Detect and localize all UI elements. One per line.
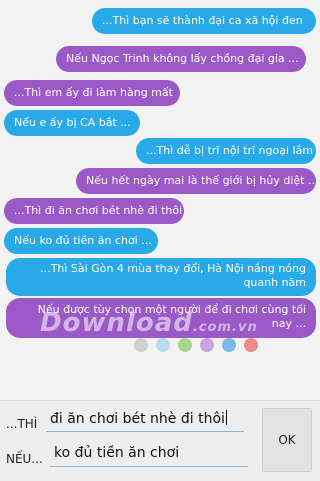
- message-bubble: ...Thì Sài Gòn 4 mùa thay đổi, Hà Nội nắ…: [6, 258, 316, 296]
- message-bubble: Nếu Ngọc Trinh không lấy chồng đại gia .…: [56, 46, 306, 72]
- message-bubble: ...Thì bạn sẽ thành đại ca xã hội đen: [92, 8, 316, 34]
- message-bubble: ...Thì em ấy đi làm hàng mất: [4, 80, 180, 106]
- message-bubble: ...Thì dễ bị trĩ nội trĩ ngoại lắm: [136, 138, 316, 164]
- chat-area: ...Thì bạn sẽ thành đại ca xã hội đen Nế…: [0, 0, 320, 400]
- text-cursor: [225, 410, 227, 425]
- message-bubble: Nếu e ấy bị CA bắt ...: [4, 110, 140, 136]
- thi-input[interactable]: đi ăn chơi bét nhè đi thôi: [46, 410, 244, 432]
- color-dot[interactable]: [244, 338, 258, 352]
- message-bubble: Nếu ko đủ tiền ăn chơi ...: [4, 228, 158, 254]
- neu-input[interactable]: ko đủ tiền ăn chơi: [50, 445, 248, 467]
- message-bubble: Nếu hết ngày mai là thế giới bị hủy diệt…: [76, 168, 318, 194]
- color-picker: [0, 338, 320, 354]
- message-bubble: Nếu được tùy chọn một người để đi chơi c…: [6, 298, 316, 338]
- color-dot[interactable]: [156, 338, 170, 352]
- color-dot[interactable]: [200, 338, 214, 352]
- color-dot[interactable]: [178, 338, 192, 352]
- neu-label: NẾU...: [6, 452, 43, 466]
- color-dot[interactable]: [134, 338, 148, 352]
- ok-button[interactable]: OK: [262, 408, 312, 472]
- thi-label: ...THÌ: [6, 417, 38, 431]
- color-dot[interactable]: [222, 338, 236, 352]
- message-bubble: ...Thì đi ăn chơi bét nhè đi thôi: [4, 198, 184, 224]
